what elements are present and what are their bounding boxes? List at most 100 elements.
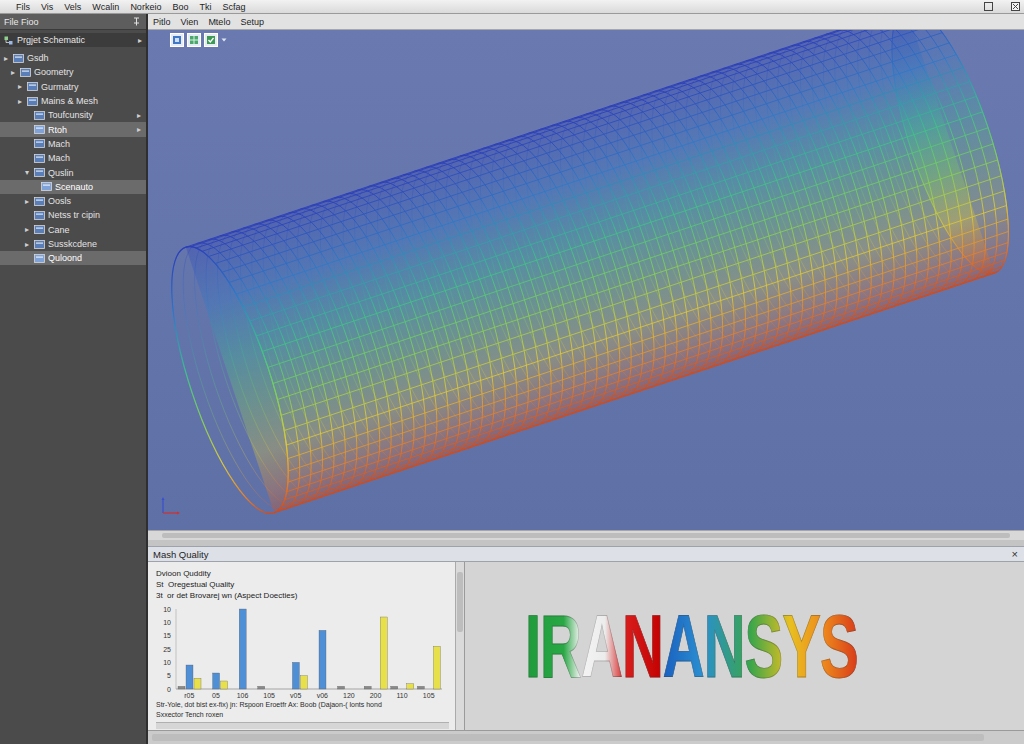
node-icon (27, 82, 38, 91)
tree-item[interactable]: Toufcunsity▸ (0, 108, 146, 122)
menu-item[interactable]: Scfag (222, 1, 245, 13)
tree-item[interactable]: ▸ Susskcdene (0, 237, 146, 251)
close-icon[interactable] (1011, 2, 1020, 11)
window-controls (984, 2, 1024, 11)
menu-item[interactable]: Fils (16, 1, 30, 13)
tree-label: Cane (48, 225, 141, 235)
tree-toggle[interactable]: ▸ (11, 68, 20, 77)
chart-bar[interactable] (221, 681, 228, 689)
chart-bar[interactable] (338, 686, 345, 689)
section-title: Prgjet Schematic (17, 35, 134, 45)
axis-triad-icon (160, 494, 182, 516)
chart-bar[interactable] (417, 686, 424, 689)
tree-item[interactable]: ▸ Cane (0, 223, 146, 237)
pin-icon[interactable] (132, 17, 141, 26)
menu-item[interactable]: Wcalin (92, 1, 119, 13)
grid-icon (189, 35, 199, 45)
tree-toggle[interactable]: ▸ (18, 82, 27, 91)
chart-bar[interactable] (239, 609, 246, 689)
tree-label: Oosls (48, 196, 141, 206)
x-label: 200 (370, 692, 382, 699)
chart-bar[interactable] (258, 686, 265, 689)
tool-button[interactable] (187, 33, 201, 47)
chart-bar[interactable] (292, 662, 299, 689)
mesh-view[interactable] (148, 30, 1024, 530)
scroll-thumb[interactable] (152, 734, 984, 741)
tree-item[interactable]: Mach (0, 137, 146, 151)
viewport-scrollbar[interactable] (148, 530, 1024, 540)
tree-item[interactable]: Rtoh▸ (0, 122, 146, 136)
chart-bar[interactable] (194, 678, 201, 689)
scroll-thumb[interactable] (457, 572, 463, 632)
tree-label: Mach (48, 153, 141, 163)
y-tick: 15 (163, 632, 171, 639)
chart-bar[interactable] (213, 673, 220, 689)
chart-bar[interactable] (186, 665, 193, 689)
tree-item[interactable]: ▸ Mains & Mesh (0, 94, 146, 108)
row-arrow[interactable]: ▸ (137, 125, 141, 134)
section-arrow[interactable]: ▸ (138, 36, 142, 45)
dropdown-icon[interactable] (221, 37, 227, 43)
chart-bar[interactable] (407, 684, 414, 689)
view-menu-item[interactable]: Vien (181, 16, 199, 28)
tree-toggle[interactable]: ▸ (25, 225, 34, 234)
scroll-thumb[interactable] (162, 533, 1010, 538)
check-icon (206, 35, 216, 45)
chart-bar[interactable] (178, 686, 185, 689)
tree-item[interactable]: ▸ Oosls (0, 194, 146, 208)
tree-toggle[interactable]: ▾ (25, 168, 34, 177)
tree-item[interactable]: Mach (0, 151, 146, 165)
tree-label: Mains & Mesh (41, 96, 141, 106)
view-menu-item[interactable]: Setup (240, 16, 264, 28)
row-arrow[interactable]: ▸ (137, 111, 141, 120)
tool-button[interactable] (204, 33, 218, 47)
tree-item[interactable]: ▾Quslin (0, 165, 146, 179)
tool-button[interactable] (170, 33, 184, 47)
pane-vscrollbar[interactable] (455, 562, 464, 730)
quality-pane: Dvioon QudditySt Oregestual Quality3t or… (148, 562, 465, 730)
tree-toggle[interactable]: ▸ (18, 97, 27, 106)
menu-item[interactable]: Boo (172, 1, 188, 13)
panel-close[interactable]: × (1012, 548, 1018, 560)
tree-item[interactable]: ▸Goometry (0, 65, 146, 79)
tree-toggle[interactable]: ▸ (25, 197, 34, 206)
tree-label: Susskcdene (48, 239, 141, 249)
tree-toggle[interactable]: ▸ (4, 54, 13, 63)
x-label: 105 (263, 692, 275, 699)
section-row[interactable]: Prgjet Schematic ▸ (0, 33, 146, 47)
logo: IRANANSYS (525, 601, 858, 691)
tree-item[interactable]: Netss tr cipin (0, 208, 146, 222)
menu-item[interactable]: Norkeio (130, 1, 161, 13)
bottom-scrollbar[interactable] (148, 730, 1024, 744)
node-icon (34, 168, 45, 177)
pane-scrollbar[interactable] (156, 722, 449, 729)
tree-toggle[interactable]: ▸ (25, 240, 34, 249)
y-tick: 25 (163, 646, 171, 653)
x-label: 120 (343, 692, 355, 699)
main-area: Pitlo Vien Mtelo Setup Mash Quality×Dvioon Q… (148, 14, 1024, 744)
menu-item[interactable]: Vis (41, 1, 53, 13)
view-menu-item[interactable]: Mtelo (208, 16, 230, 28)
chart-bar[interactable] (380, 617, 387, 689)
tree-label: Quloond (48, 253, 141, 263)
tree-item[interactable]: Quloond (0, 251, 146, 265)
tree-label: Scenauto (55, 182, 141, 192)
chart-bar[interactable] (391, 686, 398, 689)
view-menu: Pitlo Vien Mtelo Setup (148, 14, 1024, 30)
chart-bar[interactable] (300, 676, 307, 689)
restore-icon[interactable] (984, 2, 993, 11)
tree-item[interactable]: Scenauto (0, 180, 146, 194)
x-label: v05 (290, 692, 301, 699)
menu-item[interactable]: Tki (199, 1, 211, 13)
viewport (148, 30, 1024, 530)
tree-item[interactable]: ▸Gsdh (0, 51, 146, 65)
tree-label: Toufcunsity (48, 110, 137, 120)
chart-bar[interactable] (319, 630, 326, 689)
menu-item[interactable]: Vels (64, 1, 81, 13)
view-menu-item[interactable]: Pitlo (153, 16, 171, 28)
tree-item[interactable]: ▸Gurmatry (0, 80, 146, 94)
chart-bar[interactable] (433, 646, 440, 689)
chart-bar[interactable] (364, 686, 371, 689)
node-icon (34, 125, 45, 134)
panel-header: Mash Quality× (148, 546, 1024, 562)
